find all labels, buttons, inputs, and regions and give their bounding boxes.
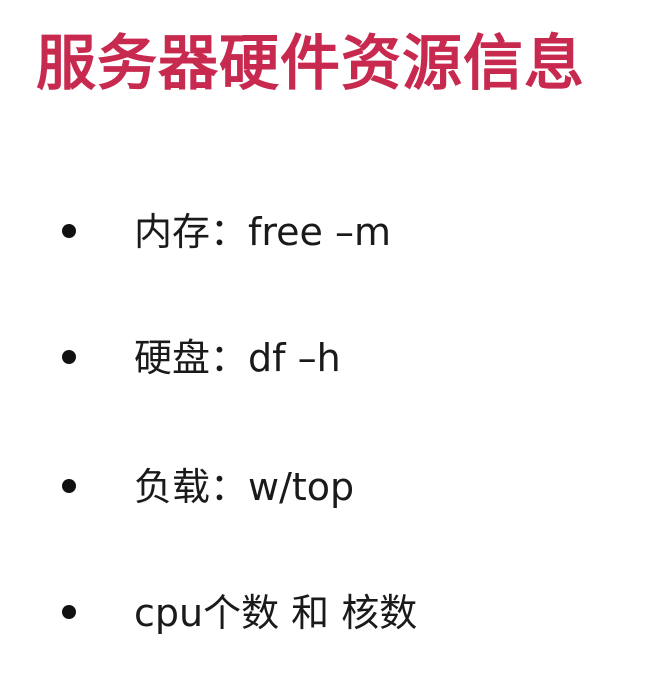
bullet-dot-icon [62, 479, 76, 493]
bullet-dot-icon [62, 350, 76, 364]
bullet-item-load: 负载：w/top [0, 462, 660, 512]
bullet-text-disk: 硬盘：df –h [134, 336, 341, 380]
bullet-item-memory: 内存：free –m [0, 207, 660, 257]
bullet-item-disk: 硬盘：df –h [0, 333, 660, 383]
bullet-text-cpu: cpu个数 和 核数 [134, 591, 418, 635]
bullet-text-load: 负载：w/top [134, 465, 355, 509]
bullet-dot-icon [62, 605, 76, 619]
slide-title: 服务器硬件资源信息 [36, 29, 585, 99]
slide: 服务器硬件资源信息 内存：free –m 硬盘：df –h 负载：w/top c… [0, 0, 660, 699]
bullet-text-memory: 内存：free –m [134, 210, 392, 254]
bullet-dot-icon [62, 224, 76, 238]
bullet-item-cpu: cpu个数 和 核数 [0, 588, 660, 638]
